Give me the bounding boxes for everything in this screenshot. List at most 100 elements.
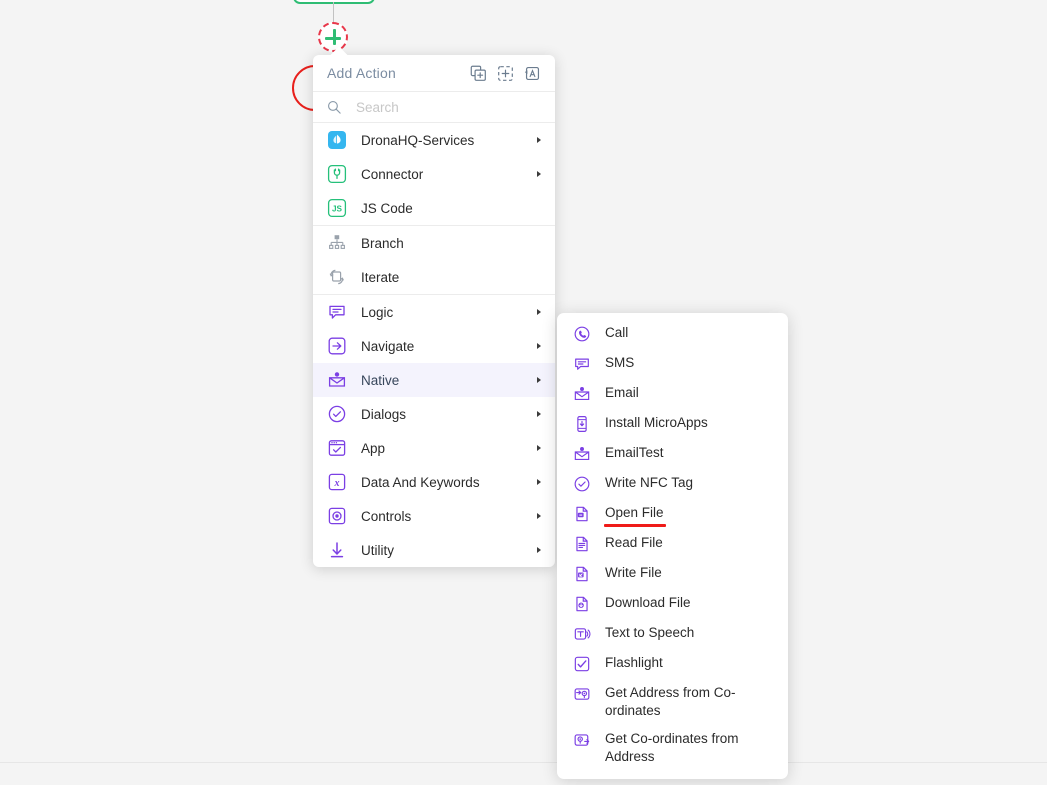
menu-item-js-code[interactable]: JS JS Code bbox=[313, 191, 555, 225]
menu-item-iterate[interactable]: Iterate bbox=[313, 260, 555, 294]
open-file-icon bbox=[573, 505, 591, 523]
submenu-item-label: Call bbox=[605, 325, 629, 340]
submenu-item-label: Flashlight bbox=[605, 655, 663, 670]
native-mail-icon bbox=[327, 370, 347, 390]
chevron-right-icon bbox=[537, 513, 541, 519]
menu-item-label: Native bbox=[361, 372, 400, 388]
app-icon bbox=[327, 438, 347, 458]
submenu-item-write-nfc-tag[interactable]: Write NFC Tag bbox=[557, 469, 788, 499]
chevron-right-icon bbox=[537, 171, 541, 177]
canvas-bottom-divider bbox=[0, 762, 1047, 763]
submenu-item-label: Get Address from Co-ordinates bbox=[605, 685, 736, 718]
add-action-popup: Add Action Search DronaHQ-Services Conne… bbox=[313, 46, 555, 567]
svg-text:JS: JS bbox=[332, 205, 343, 214]
install-app-icon bbox=[573, 415, 591, 433]
submenu-item-label: Write NFC Tag bbox=[605, 475, 694, 490]
submenu-item-label: SMS bbox=[605, 355, 635, 370]
chevron-right-icon bbox=[537, 343, 541, 349]
iterate-icon bbox=[327, 267, 347, 287]
menu-item-label: Iterate bbox=[361, 269, 400, 285]
email-icon bbox=[573, 445, 591, 463]
text-speech-icon bbox=[573, 625, 591, 643]
branch-icon bbox=[327, 233, 347, 253]
flashlight-icon bbox=[573, 655, 591, 673]
submenu-item-label: Read File bbox=[605, 535, 663, 550]
popup-header-actions bbox=[470, 65, 541, 82]
submenu-item-emailtest[interactable]: EmailTest bbox=[557, 439, 788, 469]
navigate-icon bbox=[327, 336, 347, 356]
move-add-icon[interactable] bbox=[497, 65, 514, 82]
submenu-item-label: Get Co-ordinates from Address bbox=[605, 731, 739, 764]
download-file-icon bbox=[573, 595, 591, 613]
submenu-item-label: Write File bbox=[605, 565, 662, 580]
menu-item-label: Branch bbox=[361, 235, 404, 251]
submenu-item-write-file[interactable]: Write File bbox=[557, 559, 788, 589]
native-submenu: Call SMS Email Install MicroApps EmailTest Wr… bbox=[557, 313, 788, 779]
submenu-item-label: Install MicroApps bbox=[605, 415, 708, 430]
submenu-item-download-file[interactable]: Download File bbox=[557, 589, 788, 619]
email-icon bbox=[573, 385, 591, 403]
menu-item-utility[interactable]: Utility bbox=[313, 533, 555, 567]
paste-text-icon[interactable] bbox=[524, 65, 541, 82]
menu-item-label: DronaHQ-Services bbox=[361, 132, 475, 148]
flow-connector-line bbox=[333, 2, 334, 24]
phone-icon bbox=[573, 325, 591, 343]
menu-item-label: Navigate bbox=[361, 338, 415, 354]
submenu-item-call[interactable]: Call bbox=[557, 319, 788, 349]
data-keywords-icon: x bbox=[327, 472, 347, 492]
menu-item-label: App bbox=[361, 440, 386, 456]
logic-icon bbox=[327, 302, 347, 322]
menu-item-label: Logic bbox=[361, 304, 394, 320]
menu-item-branch[interactable]: Branch bbox=[313, 226, 555, 260]
menu-item-native[interactable]: Native bbox=[313, 363, 555, 397]
dronahq-icon bbox=[327, 130, 347, 150]
menu-item-label: Connector bbox=[361, 166, 424, 182]
menu-item-label: Utility bbox=[361, 542, 394, 558]
add-action-node-button[interactable] bbox=[318, 22, 348, 52]
sms-icon bbox=[573, 355, 591, 373]
submenu-item-read-file[interactable]: Read File bbox=[557, 529, 788, 559]
submenu-item-text-to-speech[interactable]: Text to Speech bbox=[557, 619, 788, 649]
submenu-item-get-address-from-co-ordinates[interactable]: Get Address from Co-ordinates bbox=[557, 679, 788, 725]
submenu-item-install-microapps[interactable]: Install MicroApps bbox=[557, 409, 788, 439]
pin-address-icon bbox=[573, 731, 591, 749]
action-category-group: Logic Navigate Native Dialogs App x Data And K… bbox=[313, 294, 555, 567]
duplicate-add-icon[interactable] bbox=[470, 65, 487, 82]
menu-item-app[interactable]: App bbox=[313, 431, 555, 465]
chevron-right-icon bbox=[537, 137, 541, 143]
submenu-item-email[interactable]: Email bbox=[557, 379, 788, 409]
submenu-item-label: Email bbox=[605, 385, 639, 400]
submenu-item-sms[interactable]: SMS bbox=[557, 349, 788, 379]
native-submenu-list: Call SMS Email Install MicroApps EmailTest Wr… bbox=[557, 319, 788, 771]
menu-item-label: Data And Keywords bbox=[361, 474, 480, 490]
popup-title: Add Action bbox=[327, 65, 396, 81]
submenu-item-label: Open File bbox=[604, 505, 666, 527]
menu-item-data-and-keywords[interactable]: x Data And Keywords bbox=[313, 465, 555, 499]
address-pin-icon bbox=[573, 685, 591, 703]
menu-item-label: JS Code bbox=[361, 200, 413, 216]
menu-item-connector[interactable]: Connector bbox=[313, 157, 555, 191]
svg-text:x: x bbox=[334, 478, 340, 489]
action-category-group: DronaHQ-Services Connector JS JS Code bbox=[313, 123, 555, 225]
submenu-item-label: Text to Speech bbox=[605, 625, 695, 640]
menu-item-navigate[interactable]: Navigate bbox=[313, 329, 555, 363]
nfc-check-icon bbox=[573, 475, 591, 493]
submenu-item-open-file[interactable]: Open File bbox=[557, 499, 788, 529]
chevron-right-icon bbox=[537, 411, 541, 417]
popup-header: Add Action bbox=[313, 55, 555, 91]
search-row[interactable] bbox=[313, 91, 555, 123]
submenu-item-flashlight[interactable]: Flashlight bbox=[557, 649, 788, 679]
search-input[interactable] bbox=[354, 98, 528, 116]
flow-canvas: Add Action Search DronaHQ-Services Conne… bbox=[0, 0, 1047, 785]
write-file-icon bbox=[573, 565, 591, 583]
submenu-item-label: EmailTest bbox=[605, 445, 664, 460]
submenu-item-get-co-ordinates-from-address[interactable]: Get Co-ordinates from Address bbox=[557, 725, 788, 771]
menu-item-logic[interactable]: Logic bbox=[313, 295, 555, 329]
read-file-icon bbox=[573, 535, 591, 553]
menu-item-dronahq-services[interactable]: DronaHQ-Services bbox=[313, 123, 555, 157]
menu-item-controls[interactable]: Controls bbox=[313, 499, 555, 533]
chevron-right-icon bbox=[537, 445, 541, 451]
flow-node-previous[interactable] bbox=[293, 0, 375, 4]
menu-item-dialogs[interactable]: Dialogs bbox=[313, 397, 555, 431]
submenu-item-label: Download File bbox=[605, 595, 691, 610]
